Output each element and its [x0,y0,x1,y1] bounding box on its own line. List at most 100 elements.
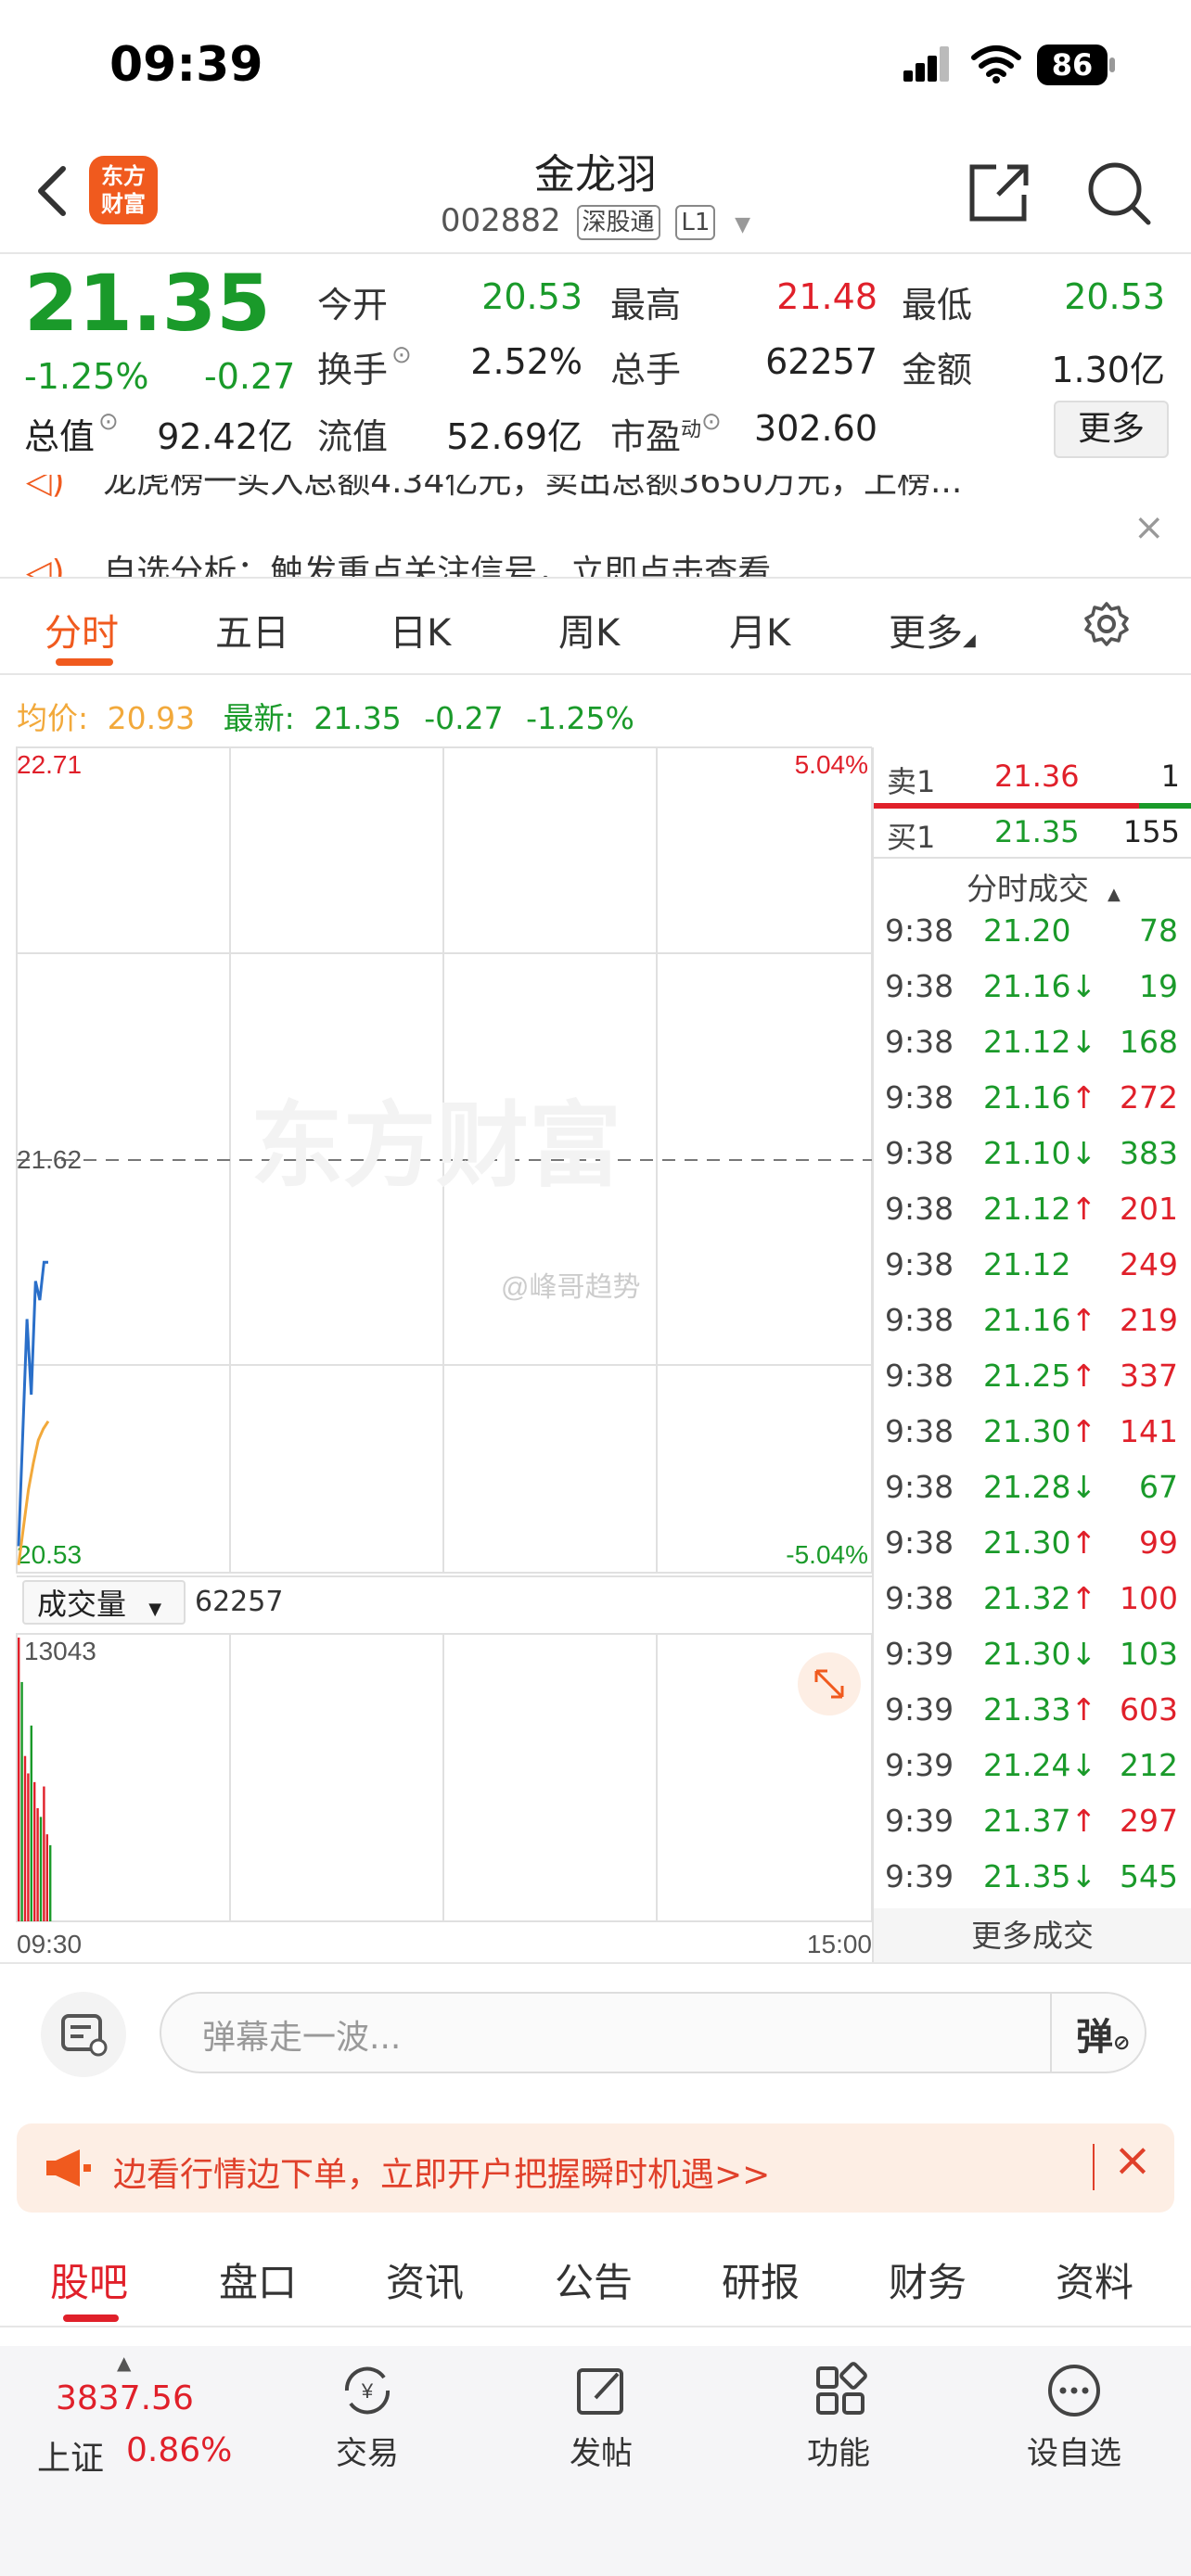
intraday-chart[interactable]: 东方财富 22.71 21.62 20.53 5.04% -5.04% @峰哥趋… [0,742,872,1966]
watchlist-icon[interactable] [1044,2361,1104,2420]
float-value: 52.69亿 [446,416,583,457]
tab-monthly-k[interactable]: 月K [729,603,790,657]
volume-bar [43,1786,45,1921]
tab-active-indicator [63,2315,119,2322]
tab-more[interactable]: 更多◢ [889,603,976,657]
tab-news[interactable]: 资讯 [386,2251,464,2308]
trade-price-value: 21.30 [983,1413,1071,1449]
trade-price: 21.10↓ [983,1135,1096,1171]
trade-volume: 67 [1139,1469,1178,1505]
promo-banner[interactable]: 边看行情边下单，立即开户把握瞬时机遇>> × [17,2123,1174,2213]
trade-price: 21.24↓ [983,1747,1096,1783]
chat-settings-button[interactable] [41,1992,126,2077]
tab-profile[interactable]: 资料 [1056,2251,1133,2308]
info-icon[interactable]: ⊙ [98,408,119,436]
danmu-toggle-icon[interactable]: 弹⊘ [1076,2007,1130,2060]
close-icon[interactable]: × [1133,506,1165,549]
nav-trade[interactable]: 交易 [293,2428,442,2473]
nav-add-watchlist[interactable]: 设自选 [1000,2428,1148,2473]
trade-volume: 100 [1120,1580,1178,1616]
index-name[interactable]: 上证 [37,2431,104,2480]
trade-arrow-icon: ↑ [1070,1691,1097,1728]
share-icon[interactable] [965,158,1035,228]
trade-row: 9:39 21.33↑ 603 [872,1691,1191,1747]
tab-active-indicator [56,658,113,666]
trade-price-value: 21.25 [983,1358,1071,1394]
index-pct[interactable]: 0.86% [126,2431,232,2469]
volume-bar [36,1808,39,1921]
sell1-label: 卖1 [887,764,936,799]
trade-volume: 78 [1139,912,1178,949]
trade-price-value: 21.16 [983,1302,1071,1338]
volume-bar [20,1681,23,1921]
function-icon[interactable] [811,2361,870,2420]
trade-price: 21.32↑ [983,1580,1096,1616]
trade-price-value: 21.30 [983,1636,1071,1672]
trade-arrow-icon: ↑ [1070,1580,1097,1616]
trade-price-value: 21.12 [983,1246,1071,1282]
trade-price: 21.12↓ [983,1024,1096,1060]
volume-bar [30,1725,32,1921]
trade-arrow-icon: ↓ [1070,1135,1097,1171]
tab-weekly-k[interactable]: 周K [558,603,620,657]
tab-pankou[interactable]: 盘口 [219,2251,297,2308]
trade-arrow-icon: ↓ [1070,1636,1097,1672]
y-max-label: 22.71 [17,750,82,779]
index-value[interactable]: 3837.56 [56,2379,194,2417]
trade-time: 9:38 [885,1135,954,1171]
turnover-value: 2.52% [470,341,583,382]
info-icon[interactable]: ⊙ [701,408,722,436]
pe-value: 302.60 [754,408,877,449]
divider [1050,1994,1052,2072]
post-icon[interactable] [571,2361,631,2420]
trade-time: 9:39 [885,1691,954,1728]
tab-research[interactable]: 研报 [722,2251,800,2308]
alert-area[interactable]: ◁) 龙虎榜一买入总额4.34亿元，卖出总额3650万元，上榜... ◁) 自选… [0,475,1191,577]
close-icon[interactable]: × [1113,2133,1152,2187]
trade-price: 21.12↑ [983,1191,1096,1227]
mktcap-row: 总值 ⊙ [24,408,122,459]
alert-text-2: 自选分析：触发重点关注信号，立即点击查看 [103,554,772,577]
trade-time: 9:38 [885,1580,954,1616]
trade-row: 9:38 21.10↓ 383 [872,1135,1191,1191]
more-trades-button[interactable]: 更多成交 [874,1908,1191,1964]
trade-time: 9:38 [885,1079,954,1116]
trade-time: 9:38 [885,1358,954,1394]
divider [0,673,1191,675]
trade-volume: 383 [1120,1135,1178,1171]
trades-title[interactable]: 分时成交 ▲ [967,864,1121,909]
divider [0,577,1191,579]
signal-icon [903,46,949,82]
trade-icon[interactable]: ¥ [336,2363,399,2418]
trade-row: 9:39 21.37↑ 297 [872,1803,1191,1858]
trade-price: 21.35↓ [983,1858,1096,1894]
buy-ratio-bar [1139,803,1191,809]
trade-arrow-icon: ↑ [1070,1302,1097,1338]
tab-daily-k[interactable]: 日K [390,603,451,657]
trade-price-value: 21.37 [983,1803,1071,1839]
float-label: 流值 [317,416,389,457]
buy1-volume: 155 [1122,814,1180,849]
caret-up-icon: ▲ [117,2352,132,2374]
danmu-input[interactable]: 弹幕走一波... 弹⊘ [160,1992,1146,2073]
search-icon[interactable] [1083,158,1154,228]
nav-post[interactable]: 发帖 [527,2428,675,2473]
info-icon[interactable]: ⊙ [391,341,412,369]
tab-intraday[interactable]: 分时 [45,603,119,657]
nav-function[interactable]: 功能 [764,2428,913,2473]
trade-price-value: 21.33 [983,1691,1071,1728]
more-button[interactable]: 更多 [1054,401,1169,458]
tab-finance[interactable]: 财务 [889,2251,967,2308]
trade-price: 21.30↑ [983,1413,1096,1449]
alert-text-1: 龙虎榜一买入总额4.34亿元，卖出总额3650万元，上榜... [103,475,963,501]
trade-volume: 249 [1120,1246,1178,1282]
tab-five-day[interactable]: 五日 [215,603,289,657]
trade-time: 9:38 [885,912,954,949]
time-start-label: 09:30 [17,1930,82,1958]
tab-guba[interactable]: 股吧 [50,2251,128,2308]
settings-icon[interactable] [1083,601,1130,647]
trade-row: 9:38 21.32↑ 100 [872,1580,1191,1636]
dropdown-icon[interactable]: ▼ [735,213,750,236]
tab-announcements[interactable]: 公告 [555,2251,633,2308]
volume-selector[interactable]: 成交量 ▼ [22,1580,186,1625]
